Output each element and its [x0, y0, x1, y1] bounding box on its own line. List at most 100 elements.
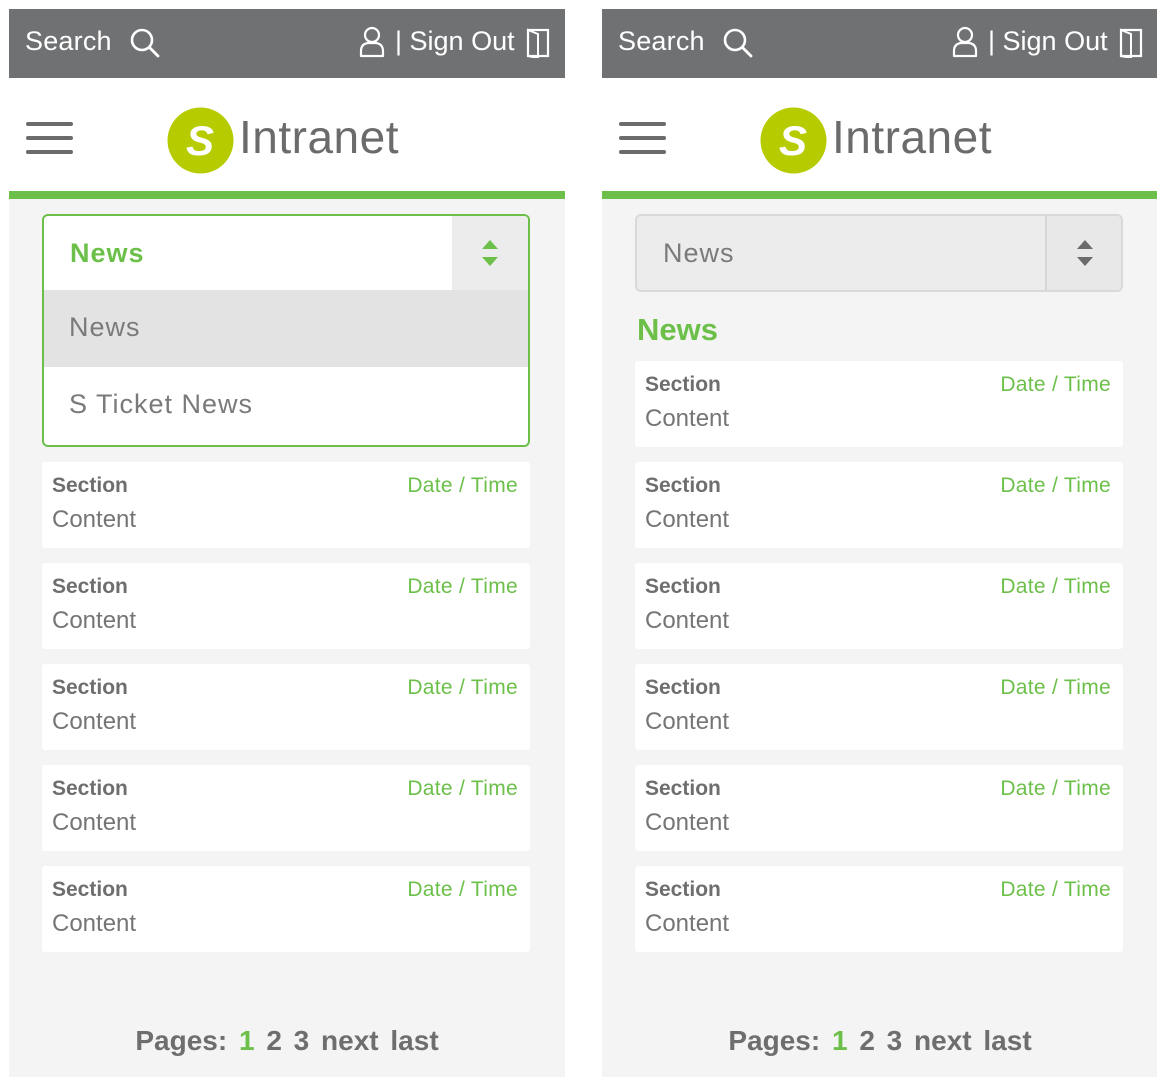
- header-divider: [9, 191, 565, 199]
- hamburger-menu-icon[interactable]: [26, 122, 73, 155]
- category-select-toggle[interactable]: [1045, 216, 1121, 290]
- logo-letter: S: [186, 117, 214, 164]
- page-link-current[interactable]: 1: [832, 1025, 848, 1056]
- card-section: Section: [52, 878, 128, 901]
- screen-dropdown-open: Search | Sign Out S Intranet News News S…: [9, 9, 565, 1077]
- card-date-time: Date / Time: [1000, 676, 1111, 699]
- page-link-2[interactable]: 2: [859, 1025, 875, 1056]
- category-dropdown-list: News S Ticket News: [42, 290, 530, 447]
- category-select-value: News: [70, 238, 145, 268]
- news-card[interactable]: Section Date / Time Content: [42, 765, 530, 851]
- news-card[interactable]: Section Date / Time Content: [42, 462, 530, 548]
- news-card[interactable]: Section Date / Time Content: [42, 563, 530, 649]
- card-section: Section: [645, 878, 721, 901]
- sign-out-link[interactable]: | Sign Out: [395, 26, 515, 57]
- card-date-time: Date / Time: [407, 777, 518, 800]
- pagination-label: Pages:: [135, 1025, 228, 1056]
- card-date-time: Date / Time: [407, 676, 518, 699]
- card-section: Section: [645, 777, 721, 800]
- card-section: Section: [645, 474, 721, 497]
- last-page-link[interactable]: last: [983, 1025, 1031, 1056]
- sign-out-label: Sign Out: [1002, 26, 1108, 56]
- category-select[interactable]: News: [635, 214, 1123, 292]
- search-link[interactable]: Search: [25, 26, 112, 57]
- next-page-link[interactable]: next: [321, 1025, 379, 1056]
- card-content: Content: [52, 708, 137, 735]
- card-section: Section: [645, 373, 721, 396]
- sign-out-door-icon[interactable]: [1119, 28, 1143, 58]
- card-date-time: Date / Time: [1000, 373, 1111, 396]
- top-bar: Search | Sign Out: [9, 9, 565, 78]
- news-card[interactable]: Section Date / Time Content: [42, 664, 530, 750]
- logo-text: Intranet: [239, 111, 399, 163]
- category-select-toggle[interactable]: [452, 216, 528, 292]
- pagination-label: Pages:: [728, 1025, 821, 1056]
- search-icon[interactable]: [722, 27, 754, 59]
- card-content: Content: [52, 910, 137, 937]
- category-title: News: [637, 312, 718, 347]
- dropdown-option-s-ticket-news[interactable]: S Ticket News: [44, 367, 528, 444]
- logo-text: Intranet: [832, 111, 992, 163]
- user-icon[interactable]: [952, 26, 978, 58]
- news-card[interactable]: Section Date / Time Content: [635, 361, 1123, 447]
- search-icon[interactable]: [129, 27, 161, 59]
- news-card[interactable]: Section Date / Time Content: [635, 563, 1123, 649]
- dropdown-option-news[interactable]: News: [44, 290, 528, 367]
- news-card[interactable]: Section Date / Time Content: [42, 866, 530, 952]
- pagination: Pages: 1 2 3 next last: [602, 1025, 1157, 1057]
- card-content: Content: [645, 607, 730, 634]
- card-section: Section: [52, 676, 128, 699]
- sign-out-door-icon[interactable]: [526, 28, 550, 58]
- pagination: Pages: 1 2 3 next last: [9, 1025, 565, 1057]
- sort-arrows-icon: [1077, 240, 1093, 266]
- page-link-3[interactable]: 3: [887, 1025, 903, 1056]
- category-select-value: News: [663, 238, 735, 268]
- card-section: Section: [52, 575, 128, 598]
- last-page-link[interactable]: last: [390, 1025, 438, 1056]
- header-divider: [602, 191, 1157, 199]
- card-date-time: Date / Time: [1000, 777, 1111, 800]
- card-content: Content: [645, 506, 730, 533]
- screen-dropdown-closed: Search | Sign Out S Intranet News News S…: [602, 9, 1157, 1077]
- card-content: Content: [645, 708, 730, 735]
- card-date-time: Date / Time: [407, 474, 518, 497]
- news-card[interactable]: Section Date / Time Content: [635, 664, 1123, 750]
- card-date-time: Date / Time: [1000, 474, 1111, 497]
- card-content: Content: [52, 506, 137, 533]
- logo-mark-icon: S: [167, 107, 234, 174]
- sign-out-label: Sign Out: [409, 26, 515, 56]
- user-icon[interactable]: [359, 26, 385, 58]
- logo-mark-icon: S: [760, 107, 827, 174]
- app-header: S Intranet: [602, 78, 1157, 191]
- top-bar: Search | Sign Out: [602, 9, 1157, 78]
- card-section: Section: [52, 474, 128, 497]
- card-content: Content: [645, 405, 730, 432]
- card-section: Section: [52, 777, 128, 800]
- page-link-current[interactable]: 1: [239, 1025, 255, 1056]
- news-card[interactable]: Section Date / Time Content: [635, 866, 1123, 952]
- news-card[interactable]: Section Date / Time Content: [635, 462, 1123, 548]
- card-date-time: Date / Time: [1000, 575, 1111, 598]
- logo-letter: S: [779, 117, 807, 164]
- card-content: Content: [52, 607, 137, 634]
- card-content: Content: [52, 809, 137, 836]
- card-date-time: Date / Time: [1000, 878, 1111, 901]
- search-link[interactable]: Search: [618, 26, 705, 57]
- separator: |: [395, 26, 403, 56]
- category-select[interactable]: News: [42, 214, 530, 292]
- card-date-time: Date / Time: [407, 575, 518, 598]
- hamburger-menu-icon[interactable]: [619, 122, 666, 155]
- card-date-time: Date / Time: [407, 878, 518, 901]
- page-link-2[interactable]: 2: [266, 1025, 282, 1056]
- separator: |: [988, 26, 996, 56]
- news-card[interactable]: Section Date / Time Content: [635, 765, 1123, 851]
- card-section: Section: [645, 676, 721, 699]
- card-section: Section: [645, 575, 721, 598]
- card-content: Content: [645, 910, 730, 937]
- sign-out-link[interactable]: | Sign Out: [988, 26, 1108, 57]
- app-header: S Intranet: [9, 78, 565, 191]
- sort-arrows-icon: [482, 240, 498, 266]
- page-link-3[interactable]: 3: [294, 1025, 310, 1056]
- card-content: Content: [645, 809, 730, 836]
- next-page-link[interactable]: next: [914, 1025, 972, 1056]
